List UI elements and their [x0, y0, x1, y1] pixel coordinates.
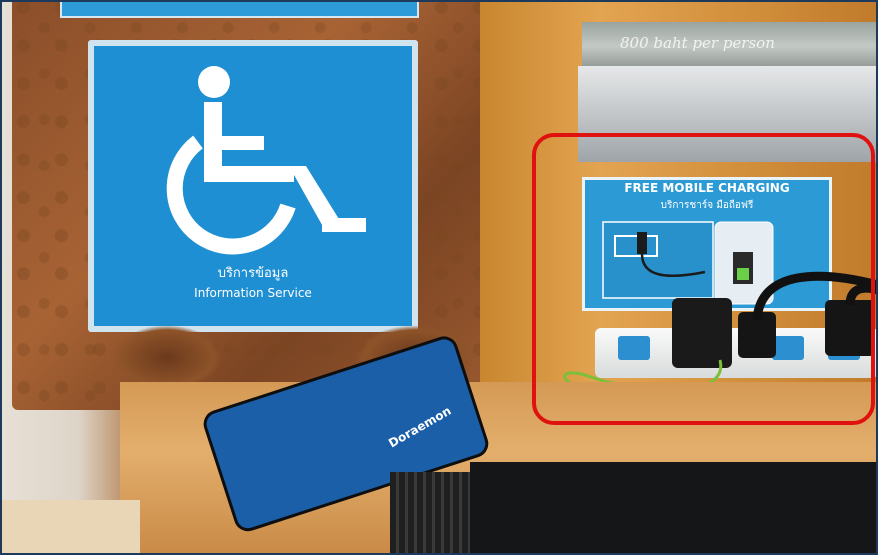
photo-scene: บริการข้อมูล Information Service 800 bah…	[0, 0, 878, 555]
image-border	[0, 0, 878, 555]
